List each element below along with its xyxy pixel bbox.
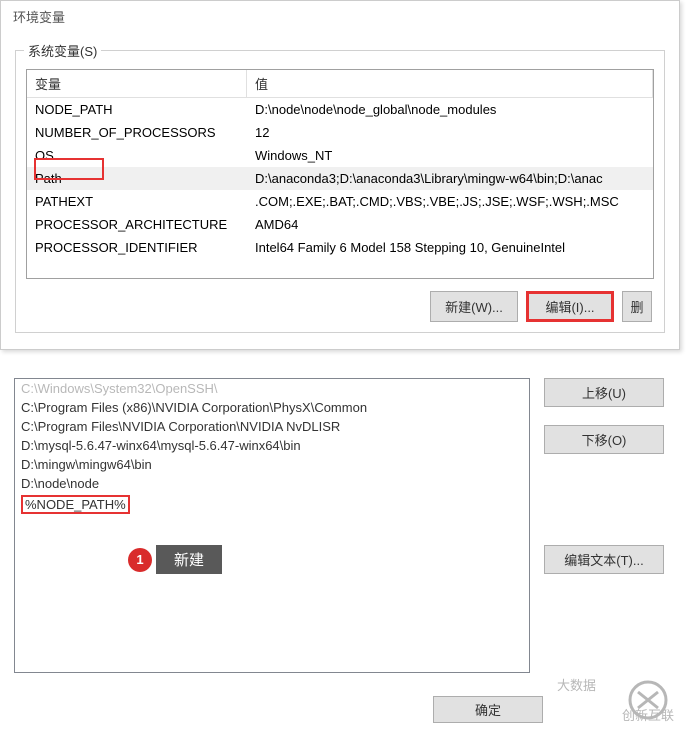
- var-value: AMD64: [247, 215, 653, 234]
- watermark-logo-icon: 创新互联: [618, 678, 678, 722]
- list-item[interactable]: C:\Program Files\NVIDIA Corporation\NVID…: [15, 417, 529, 436]
- svg-text:创新互联: 创新互联: [622, 708, 674, 722]
- var-name: Path: [27, 169, 247, 188]
- system-variables-group: 系统变量(S) 变量 值 NODE_PATH D:\node\node\node…: [15, 50, 665, 333]
- variables-table[interactable]: 变量 值 NODE_PATH D:\node\node\node_global\…: [26, 69, 654, 279]
- var-value: D:\node\node\node_global\node_modules: [247, 100, 653, 119]
- var-value: .COM;.EXE;.BAT;.CMD;.VBS;.VBE;.JS;.JSE;.…: [247, 192, 653, 211]
- table-row[interactable]: PATHEXT .COM;.EXE;.BAT;.CMD;.VBS;.VBE;.J…: [27, 190, 653, 213]
- new-button[interactable]: 新建(W)...: [430, 291, 518, 322]
- var-name: OS: [27, 146, 247, 165]
- path-list[interactable]: C:\Windows\System32\OpenSSH\ C:\Program …: [14, 378, 530, 673]
- list-item[interactable]: D:\mysql-5.6.47-winx64\mysql-5.6.47-winx…: [15, 436, 529, 455]
- edit-button[interactable]: 编辑(I)...: [526, 291, 614, 322]
- var-value: 12: [247, 123, 653, 142]
- var-value: D:\anaconda3;D:\anaconda3\Library\mingw-…: [247, 169, 653, 188]
- lower-button-column: 上移(U) 下移(O) 编辑文本(T)...: [544, 378, 664, 673]
- var-name: NUMBER_OF_PROCESSORS: [27, 123, 247, 142]
- column-value[interactable]: 值: [247, 70, 653, 97]
- ok-button[interactable]: 确定: [433, 696, 543, 723]
- table-row[interactable]: PROCESSOR_ARCHITECTURE AMD64: [27, 213, 653, 236]
- table-row-path[interactable]: Path D:\anaconda3;D:\anaconda3\Library\m…: [27, 167, 653, 190]
- table-row[interactable]: NODE_PATH D:\node\node\node_global\node_…: [27, 98, 653, 121]
- path-editor-area: C:\Windows\System32\OpenSSH\ C:\Program …: [14, 378, 674, 673]
- var-name: PATHEXT: [27, 192, 247, 211]
- move-down-button[interactable]: 下移(O): [544, 425, 664, 454]
- window-title: 环境变量: [1, 1, 679, 32]
- column-variable[interactable]: 变量: [27, 70, 247, 97]
- list-item[interactable]: C:\Program Files (x86)\NVIDIA Corporatio…: [15, 398, 529, 417]
- button-row: 新建(W)... 编辑(I)... 删: [26, 291, 654, 322]
- move-up-button[interactable]: 上移(U): [544, 378, 664, 407]
- table-header: 变量 值: [27, 70, 653, 98]
- list-item[interactable]: D:\mingw\mingw64\bin: [15, 455, 529, 474]
- list-item[interactable]: D:\node\node: [15, 474, 529, 493]
- watermark-text: 大数据: [557, 675, 596, 694]
- var-value: Intel64 Family 6 Model 158 Stepping 10, …: [247, 238, 653, 257]
- var-name: PROCESSOR_IDENTIFIER: [27, 238, 247, 257]
- var-value: Windows_NT: [247, 146, 653, 165]
- group-label: 系统变量(S): [24, 41, 101, 60]
- table-row[interactable]: PROCESSOR_IDENTIFIER Intel64 Family 6 Mo…: [27, 236, 653, 259]
- delete-button[interactable]: 删: [622, 291, 652, 322]
- list-item-nodepath[interactable]: %NODE_PATH%: [15, 493, 529, 516]
- list-item[interactable]: C:\Windows\System32\OpenSSH\: [15, 379, 529, 398]
- var-name: NODE_PATH: [27, 100, 247, 119]
- table-row[interactable]: OS Windows_NT: [27, 144, 653, 167]
- edit-text-button[interactable]: 编辑文本(T)...: [544, 545, 664, 574]
- var-name: PROCESSOR_ARCHITECTURE: [27, 215, 247, 234]
- table-row[interactable]: NUMBER_OF_PROCESSORS 12: [27, 121, 653, 144]
